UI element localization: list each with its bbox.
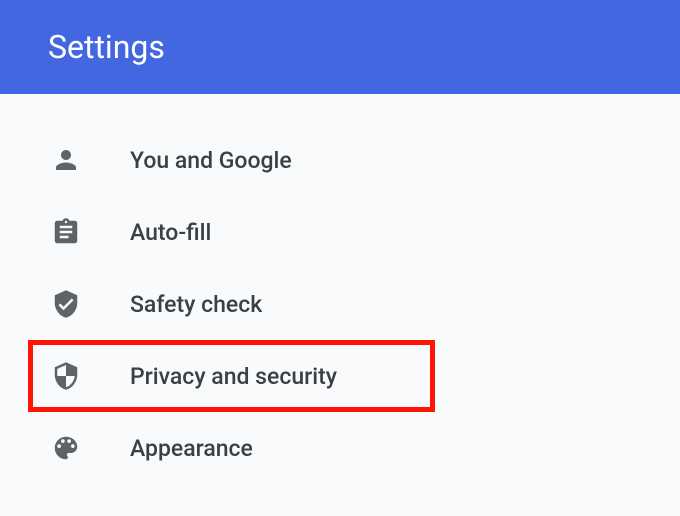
page-title: Settings xyxy=(48,28,165,66)
menu-item-appearance[interactable]: Appearance xyxy=(0,412,680,484)
menu-item-autofill[interactable]: Auto-fill xyxy=(0,196,680,268)
menu-item-label: Auto-fill xyxy=(130,219,211,246)
shield-check-icon xyxy=(50,288,82,320)
menu-item-label: You and Google xyxy=(130,147,292,174)
menu-item-label: Safety check xyxy=(130,291,262,318)
security-shield-icon xyxy=(50,360,82,392)
person-icon xyxy=(50,144,82,176)
menu-item-safety-check[interactable]: Safety check xyxy=(0,268,680,340)
menu-item-privacy-security[interactable]: Privacy and security xyxy=(28,340,435,412)
settings-header: Settings xyxy=(0,0,680,94)
settings-menu: You and Google Auto-fill Safety check Pr… xyxy=(0,94,680,484)
palette-icon xyxy=(50,432,82,464)
menu-item-label: Appearance xyxy=(130,435,253,462)
menu-item-label: Privacy and security xyxy=(130,363,337,390)
clipboard-icon xyxy=(50,216,82,248)
menu-item-you-and-google[interactable]: You and Google xyxy=(0,124,680,196)
